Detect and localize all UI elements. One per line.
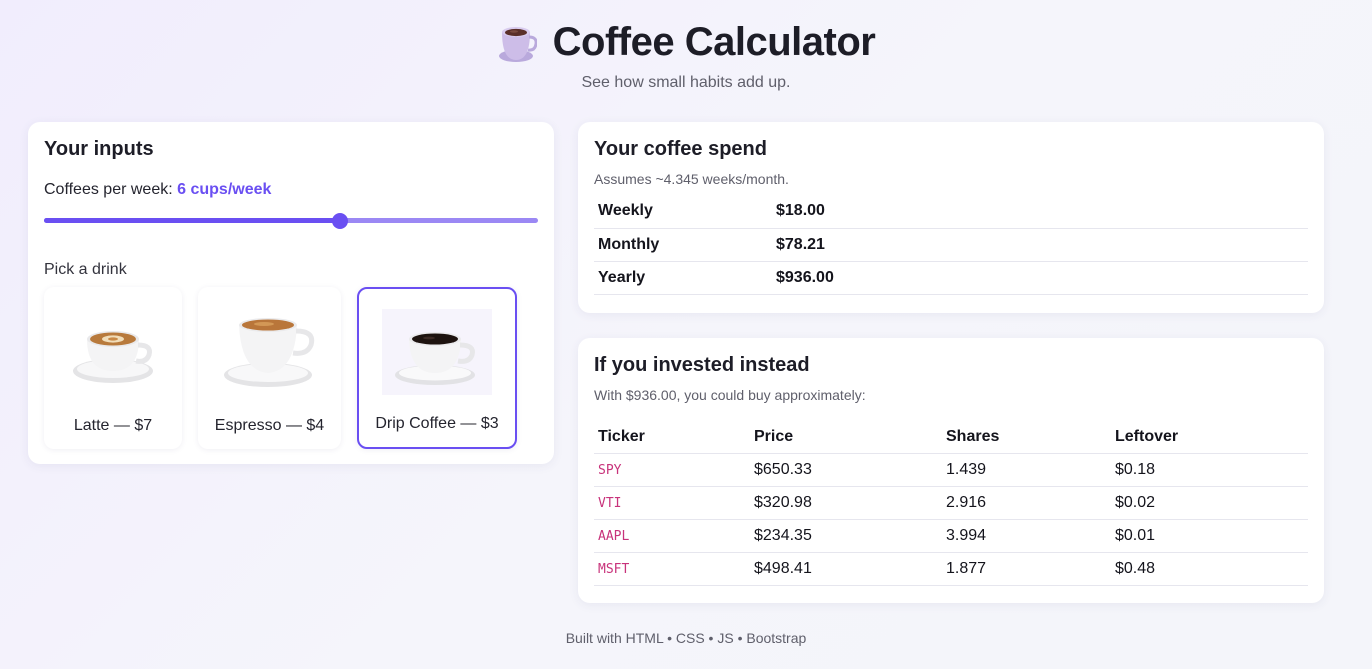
page-title: Coffee Calculator — [552, 19, 876, 64]
leftover-cell: $0.02 — [1111, 486, 1308, 520]
shares-cell: 1.877 — [942, 552, 1111, 586]
spend-value-yearly: $936.00 — [772, 261, 1308, 295]
drink-options: Latte — $7 Espresso — $4 Drip Coffee — $… — [44, 287, 538, 449]
column-header-price: Price — [750, 421, 942, 454]
leftover-cell: $0.01 — [1111, 519, 1308, 553]
spend-label-yearly: Yearly — [594, 261, 772, 295]
table-row: MSFT $498.41 1.877 $0.48 — [594, 552, 1308, 586]
shares-cell: 2.916 — [942, 486, 1111, 520]
inputs-heading: Your inputs — [44, 138, 154, 160]
table-row: Yearly $936.00 — [594, 261, 1308, 295]
price-cell: $320.98 — [750, 486, 942, 520]
drink-label-espresso: Espresso — $4 — [214, 417, 325, 434]
page-footer: Built with HTML • CSS • JS • Bootstrap — [565, 630, 807, 646]
drink-option-latte[interactable]: Latte — $7 — [44, 287, 182, 449]
inputs-card: Your inputs Coffees per week: 6 cups/wee… — [28, 122, 554, 464]
table-row: Weekly $18.00 — [594, 195, 1308, 229]
leftover-cell: $0.48 — [1111, 552, 1308, 586]
latte-cup-image — [58, 305, 168, 395]
spend-heading: Your coffee spend — [594, 138, 767, 160]
ticker-code: AAPL — [598, 528, 630, 544]
coffee-mug-icon — [497, 20, 538, 64]
leftover-cell: $0.18 — [1111, 453, 1308, 487]
drink-option-drip-coffee[interactable]: Drip Coffee — $3 — [357, 287, 517, 449]
cups-per-week-row: Coffees per week: 6 cups/week — [44, 181, 538, 199]
ticker-code: MSFT — [598, 561, 630, 577]
ticker-cell: VTI — [594, 486, 750, 520]
ticker-code: SPY — [598, 462, 622, 478]
column-header-ticker: Ticker — [594, 421, 750, 454]
shares-cell: 3.994 — [942, 519, 1111, 553]
table-row: AAPL $234.35 3.994 $0.01 — [594, 519, 1308, 553]
ticker-cell: SPY — [594, 453, 750, 487]
shares-cell: 1.439 — [942, 453, 1111, 487]
table-row: Monthly $78.21 — [594, 228, 1308, 262]
invest-heading: If you invested instead — [594, 354, 810, 376]
drink-option-espresso[interactable]: Espresso — $4 — [198, 287, 341, 449]
invest-table: Ticker Price Shares Leftover SPY $650.33… — [594, 421, 1308, 586]
table-row: SPY $650.33 1.439 $0.18 — [594, 453, 1308, 487]
drink-label-drip-coffee: Drip Coffee — $3 — [375, 415, 499, 432]
slider-fill — [44, 218, 341, 223]
invest-card: If you invested instead With $936.00, yo… — [578, 338, 1324, 603]
spend-label-weekly: Weekly — [594, 195, 772, 229]
price-cell: $650.33 — [750, 453, 942, 487]
cups-per-week-label: Coffees per week: — [44, 181, 173, 198]
spend-value-monthly: $78.21 — [772, 228, 1308, 262]
spend-value-weekly: $18.00 — [772, 195, 1308, 229]
invest-note: With $936.00, you could buy approximatel… — [594, 387, 866, 403]
coffee-spend-card: Your coffee spend Assumes ~4.345 weeks/m… — [578, 122, 1324, 313]
cups-per-week-slider[interactable] — [44, 211, 538, 231]
ticker-code: VTI — [598, 495, 622, 511]
table-header-row: Ticker Price Shares Leftover — [594, 421, 1308, 454]
ticker-cell: AAPL — [594, 519, 750, 553]
price-cell: $498.41 — [750, 552, 942, 586]
column-header-leftover: Leftover — [1111, 421, 1308, 454]
spend-label-monthly: Monthly — [594, 228, 772, 262]
drink-label-latte: Latte — $7 — [73, 417, 153, 434]
slider-thumb[interactable] — [332, 213, 349, 229]
cups-per-week-value: 6 cups/week — [177, 181, 272, 198]
page-header: Coffee Calculator See how small habits a… — [0, 14, 1372, 92]
price-cell: $234.35 — [750, 519, 942, 553]
table-row: VTI $320.98 2.916 $0.02 — [594, 486, 1308, 520]
page-subtitle: See how small habits add up. — [581, 74, 791, 91]
pick-drink-label: Pick a drink — [44, 261, 127, 278]
drip-coffee-cup-image — [382, 309, 492, 395]
spend-table: Weekly $18.00 Monthly $78.21 Yearly $936… — [594, 195, 1308, 295]
column-header-shares: Shares — [942, 421, 1111, 454]
ticker-cell: MSFT — [594, 552, 750, 586]
espresso-cup-image — [215, 305, 325, 395]
spend-note: Assumes ~4.345 weeks/month. — [594, 171, 789, 187]
